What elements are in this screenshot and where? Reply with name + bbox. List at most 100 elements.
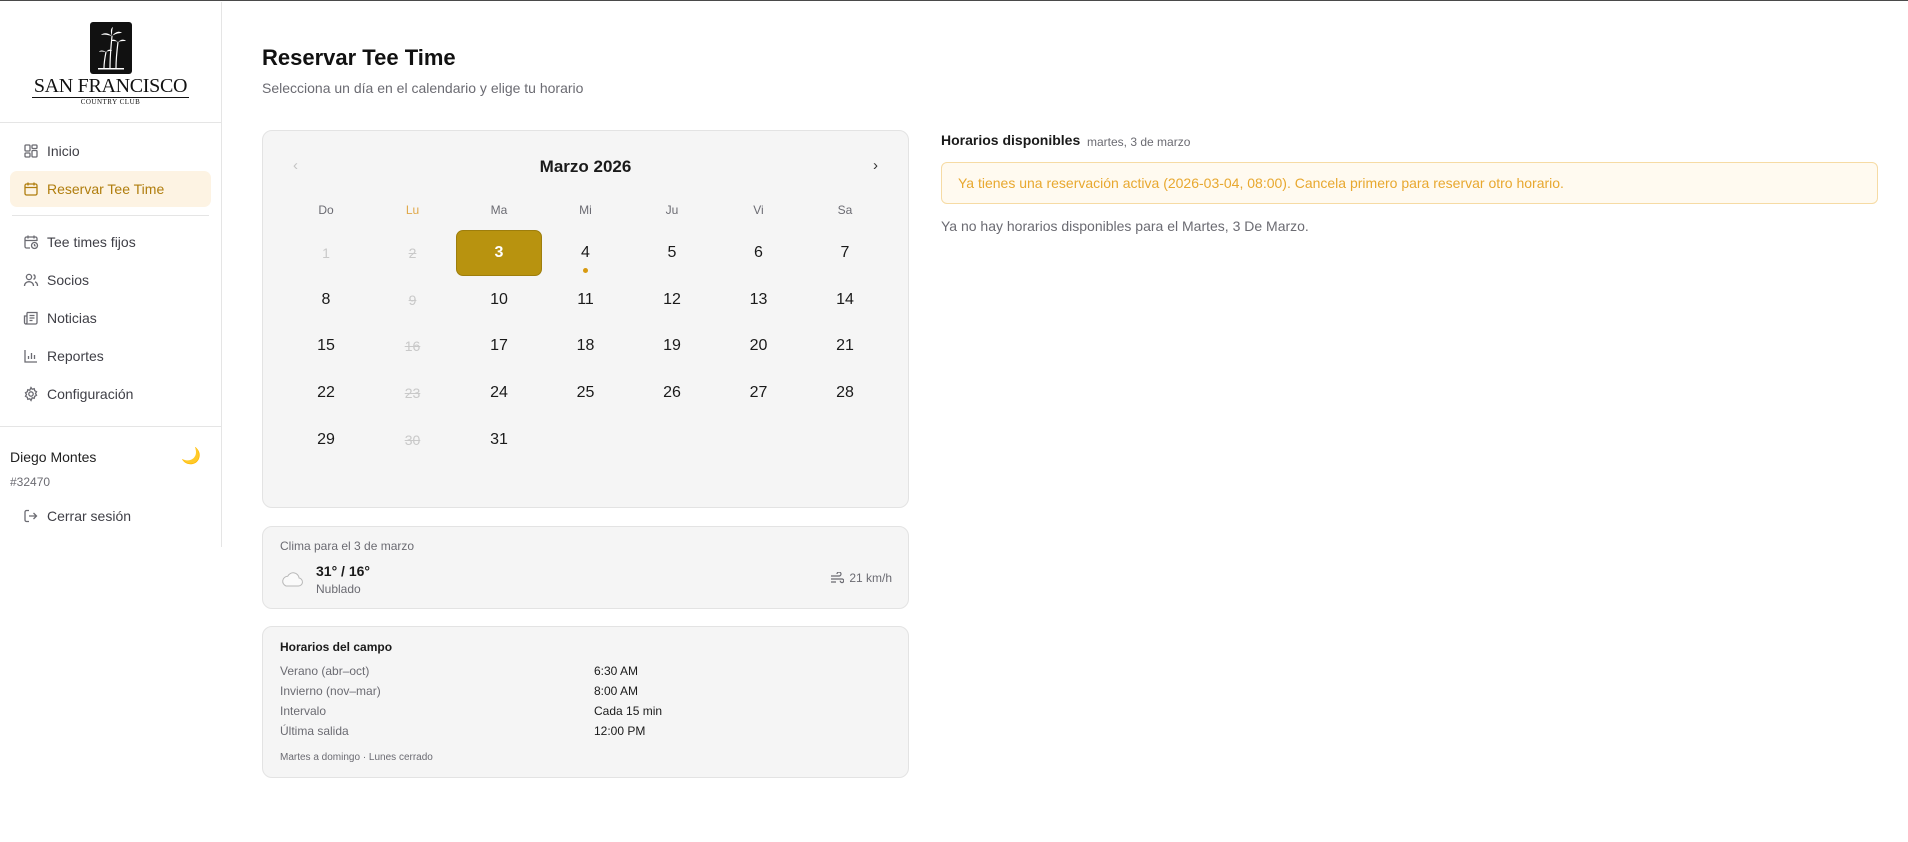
calendar-day[interactable]: 29 xyxy=(283,417,369,463)
weekday-header: Sa xyxy=(837,203,853,217)
weekday-header: Vi xyxy=(753,203,764,217)
sidebar-item-label: Configuración xyxy=(47,386,134,402)
calendar-day[interactable]: 12 xyxy=(629,277,715,323)
calendar-day-number: 13 xyxy=(749,290,768,308)
calendar-day[interactable]: 28 xyxy=(802,370,888,416)
calendar-day-number: 9 xyxy=(408,291,417,308)
sidebar-item-label: Reservar Tee Time xyxy=(47,181,165,197)
hours-row-label: Intervalo xyxy=(280,704,327,718)
calendar-day[interactable]: 18 xyxy=(543,323,629,369)
calendar-day-number: 20 xyxy=(749,337,768,355)
calendar-day[interactable]: 7 xyxy=(802,230,888,276)
hours-row-label: Invierno (nov–mar) xyxy=(280,684,381,698)
calendar-day-number: 23 xyxy=(404,385,421,402)
calendar-day[interactable]: 17 xyxy=(456,323,542,369)
sidebar-item-socios[interactable]: Socios xyxy=(10,262,211,298)
theme-toggle-moon-icon[interactable]: 🌙 xyxy=(181,446,201,466)
logo-wordmark: SAN FRANCISCO xyxy=(31,75,190,98)
hours-row-value: 8:00 AM xyxy=(594,684,639,698)
page-subtitle: Selecciona un día en el calendario y eli… xyxy=(262,80,584,96)
page-title: Reservar Tee Time xyxy=(262,45,456,70)
calendar-day-number: 28 xyxy=(836,384,854,402)
nav-divider xyxy=(12,215,209,216)
sidebar-item-label: Noticias xyxy=(47,310,97,326)
wind-speed: 21 km/h xyxy=(849,571,892,585)
calendar-day-number: 4 xyxy=(581,244,590,261)
logout-icon xyxy=(23,508,39,524)
sidebar-item-label: Socios xyxy=(47,272,90,288)
calendar-day[interactable]: 31 xyxy=(456,417,542,463)
calendar-day[interactable]: 15 xyxy=(283,323,369,369)
sidebar-item-inicio[interactable]: Inicio xyxy=(10,133,211,169)
calendar-day[interactable]: 19 xyxy=(629,323,715,369)
sidebar-item-tee-times-fijos[interactable]: Tee times fijos xyxy=(10,224,211,260)
calendar-day[interactable]: 20 xyxy=(716,323,802,369)
calendar-day: 9 xyxy=(370,277,456,323)
calendar-day-number: 19 xyxy=(663,337,681,355)
calendar-day-number: 7 xyxy=(840,244,850,261)
calendar-day-number: 22 xyxy=(317,384,335,402)
calendar-day[interactable]: 13 xyxy=(716,277,802,323)
calendar-day[interactable]: 22 xyxy=(283,370,369,416)
logout-label: Cerrar sesión xyxy=(47,508,132,524)
calendar-day-number: 15 xyxy=(317,337,335,355)
sidebar-item-configuracion[interactable]: Configuración xyxy=(10,376,211,412)
weekday-header: Lu xyxy=(405,203,420,217)
calendar-day: 16 xyxy=(370,323,456,369)
sidebar-item-label: Tee times fijos xyxy=(47,234,136,250)
bar-chart-icon xyxy=(23,348,39,364)
users-icon xyxy=(23,272,39,288)
logout-button[interactable]: Cerrar sesión xyxy=(10,499,211,533)
weekday-header: Ma xyxy=(490,203,508,217)
calendar-day: 23 xyxy=(370,370,456,416)
calendar-icon xyxy=(23,181,39,197)
calendar-day[interactable]: 6 xyxy=(716,230,802,276)
calendar-day-number: 16 xyxy=(404,338,421,355)
sidebar-item-reportes[interactable]: Reportes xyxy=(10,338,211,374)
calendar-day-selected[interactable]: 3 xyxy=(456,230,542,276)
wind-icon xyxy=(830,572,845,584)
cloud-icon xyxy=(280,571,304,592)
calendar-card: ‹ Marzo 2026 › Do Lu Ma Mi Ju Vi Sa 1 2 3 4 5 6 7 8 9 10… xyxy=(262,130,909,508)
calendar-day[interactable]: 26 xyxy=(629,370,715,416)
calendar-day[interactable]: 27 xyxy=(716,370,802,416)
dashboard-icon xyxy=(23,143,39,159)
calendar-day-number: 10 xyxy=(490,290,508,308)
calendar-day-number: 17 xyxy=(490,337,508,355)
sidebar-item-label: Inicio xyxy=(47,143,80,159)
calendar-day[interactable]: 5 xyxy=(629,230,715,276)
calendar-day: 1 xyxy=(283,230,369,276)
calendar-clock-icon xyxy=(23,234,39,250)
calendar-day[interactable]: 14 xyxy=(802,277,888,323)
no-slots-message: Ya no hay horarios disponibles para el M… xyxy=(941,218,1309,234)
sidebar-item-noticias[interactable]: Noticias xyxy=(10,300,211,336)
user-panel: Diego Montes #32470 🌙 Cerrar sesión xyxy=(0,426,221,533)
newspaper-icon xyxy=(23,310,39,326)
calendar-day[interactable]: 11 xyxy=(543,277,629,323)
calendar-day-number: 1 xyxy=(322,245,330,261)
hours-row-label: Última salida xyxy=(280,724,349,738)
sidebar: SAN FRANCISCO COUNTRY CLUB Inicio Reserv… xyxy=(0,2,222,547)
calendar-day: 2 xyxy=(370,230,456,276)
availability-date: martes, 3 de marzo xyxy=(1087,135,1191,149)
main-nav: Inicio Reservar Tee Time Tee times fijos… xyxy=(0,123,221,412)
palm-tree-icon xyxy=(89,22,132,74)
calendar-day[interactable]: 25 xyxy=(543,370,629,416)
calendar-day-number: 14 xyxy=(836,290,854,308)
active-reservation-alert: Ya tienes una reservación activa (2026-0… xyxy=(941,162,1878,204)
calendar-day[interactable]: 24 xyxy=(456,370,542,416)
next-month-button[interactable]: › xyxy=(873,157,878,174)
calendar-day-number: 2 xyxy=(408,245,417,261)
calendar-day[interactable]: 8 xyxy=(283,277,369,323)
club-logo[interactable]: SAN FRANCISCO COUNTRY CLUB xyxy=(0,2,221,123)
calendar-day[interactable]: 10 xyxy=(456,277,542,323)
reservation-indicator-dot xyxy=(583,268,588,273)
calendar-day[interactable]: 21 xyxy=(802,323,888,369)
calendar-day-number: 11 xyxy=(577,290,594,308)
calendar-day[interactable]: 4 xyxy=(543,230,629,276)
sidebar-item-reservar[interactable]: Reservar Tee Time xyxy=(10,171,211,207)
weather-label: Clima para el 3 de marzo xyxy=(280,539,415,553)
hours-row-value: 6:30 AM xyxy=(594,664,639,678)
hours-row-value: 12:00 PM xyxy=(594,724,646,738)
alert-text: Ya tienes una reservación activa (2026-0… xyxy=(958,175,1564,191)
